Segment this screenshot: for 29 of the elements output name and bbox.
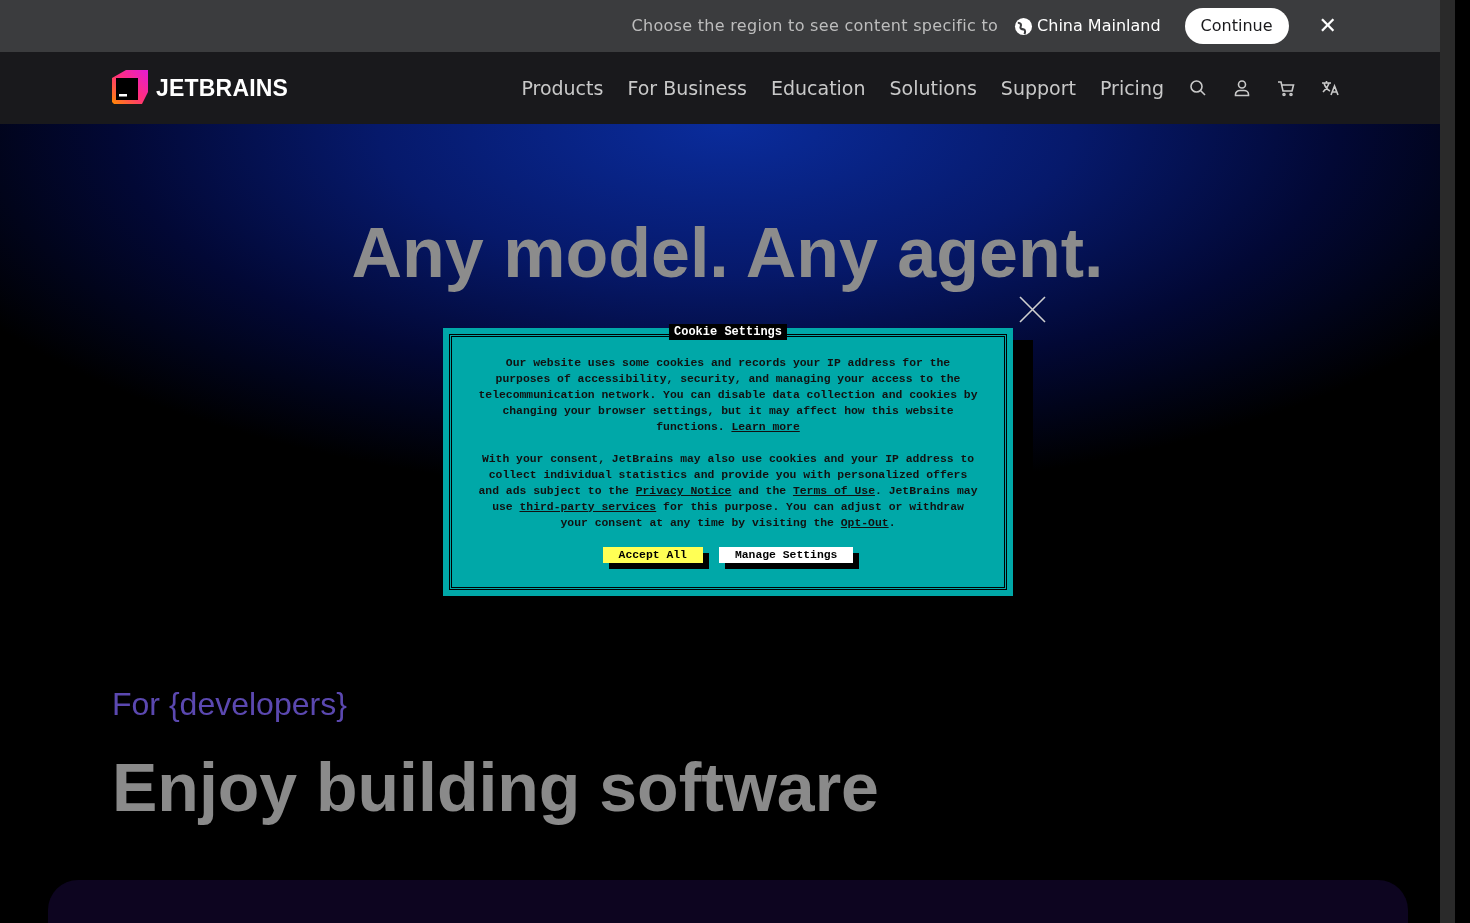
user-icon[interactable] (1232, 78, 1252, 98)
nav-link[interactable]: Education (770, 73, 866, 103)
text-link[interactable]: Learn more (731, 421, 800, 433)
nav-link[interactable]: For Business (627, 73, 747, 103)
search-icon[interactable] (1188, 78, 1208, 98)
dialog-paragraph: Our website uses some cookies and records your IP address for the purposes of accessibility, security, and managing your access to the telecommunication network. You can disable data collection and cookies by changing your browser settings, but it may affect how this website functions. Learn more (477, 356, 979, 435)
nav-link[interactable]: Support (1000, 73, 1076, 103)
section-heading: Enjoy building software (112, 748, 880, 827)
nav-link[interactable]: Products (521, 73, 604, 103)
dialog-paragraph: With your consent, JetBrains may also use cookies and your IP address to collect individual statistics and provide you with personalized offers and ads subject to the Privacy Notice and the Terms of Use. JetBrains may use third-party services for this purpose. You can adjust or withdraw your consent at any time by visiting the Opt-Out. (477, 452, 979, 531)
region-prompt: Choose the region to see content specific to (631, 15, 999, 37)
section-eyebrow: For {developers} (112, 685, 348, 724)
text-link[interactable]: Opt-Out (840, 517, 889, 529)
close-button[interactable]: ✕ (1312, 15, 1343, 37)
logo-icon[interactable] (112, 70, 148, 106)
text-link[interactable]: Terms of Use (792, 485, 875, 497)
dialog-title: Cookie Settings (669, 324, 787, 340)
globe-icon (1014, 16, 1034, 36)
close-icon[interactable] (1019, 296, 1046, 323)
text-link[interactable]: Privacy Notice (635, 485, 732, 497)
hero-heading: Any model. Any agent. (350, 213, 1105, 294)
nav-link[interactable]: Solutions (889, 73, 977, 103)
text-link[interactable]: third-party services (519, 501, 657, 513)
logo-text[interactable]: JETBRAINS (156, 70, 289, 106)
region-link[interactable]: China Mainland (1037, 14, 1161, 38)
continue-button[interactable]: Continue (1184, 8, 1289, 44)
translate-icon[interactable] (1320, 78, 1340, 98)
nav-link[interactable]: Pricing (1099, 73, 1164, 103)
cart-icon[interactable] (1276, 78, 1296, 98)
